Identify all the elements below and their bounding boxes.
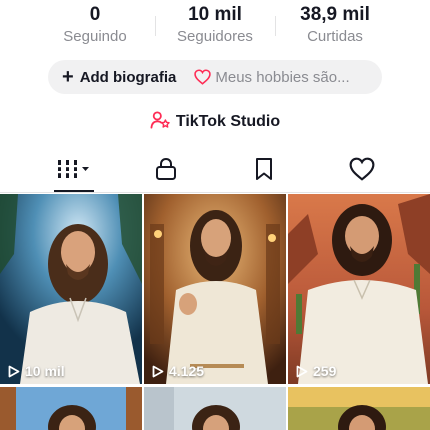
video-thumbnail[interactable] (0, 387, 142, 430)
play-icon (296, 365, 308, 377)
tab-liked[interactable] (308, 150, 415, 192)
stats-divider (155, 16, 156, 36)
video-thumbnail[interactable]: 10 mil (0, 194, 142, 384)
studio-label: TikTok Studio (175, 113, 281, 130)
profile-stats: 0 Seguindo 10 mil Seguidores 38,9 mil Cu… (0, 0, 430, 50)
video-thumbnail-image (144, 387, 286, 430)
likes-label: Curtidas (307, 28, 363, 45)
play-icon (152, 365, 164, 377)
video-thumbnail[interactable]: 4.125 (144, 194, 286, 384)
likes-stat[interactable]: 38,9 mil Curtidas (280, 4, 390, 47)
followers-label: Seguidores (177, 28, 253, 45)
tabs-divider (0, 192, 430, 193)
stats-divider (275, 16, 276, 36)
view-count: 10 mil (8, 363, 65, 379)
add-bio-label: Add biografia (79, 68, 177, 86)
view-count-label: 259 (313, 363, 337, 379)
view-count-label: 10 mil (25, 363, 65, 379)
video-grid: 10 mil 4.125 259 (0, 194, 430, 430)
tab-private[interactable] (112, 150, 219, 192)
following-label: Seguindo (63, 28, 127, 45)
tab-saved[interactable] (210, 150, 317, 192)
tab-videos[interactable] (20, 150, 127, 192)
followers-count: 10 mil (188, 4, 242, 25)
view-count: 4.125 (152, 363, 204, 379)
video-thumbnail[interactable]: 259 (288, 194, 430, 384)
video-thumbnail-image (288, 194, 430, 384)
heart-outline-icon (194, 69, 212, 85)
video-thumbnail-image (0, 387, 142, 430)
following-count: 0 (89, 4, 101, 25)
followers-stat[interactable]: 10 mil Seguidores (160, 4, 270, 47)
following-stat[interactable]: 0 Seguindo (40, 4, 150, 47)
heart-icon (349, 157, 375, 186)
plus-icon: + (62, 66, 74, 88)
profile-tabs (0, 150, 430, 192)
lock-icon (155, 157, 177, 186)
studio-person-icon (150, 110, 170, 134)
grid-icon (56, 158, 92, 185)
play-icon (8, 365, 20, 377)
video-thumbnail-image (144, 194, 286, 384)
hobbies-placeholder: Meus hobbies são... (215, 68, 350, 86)
video-thumbnail[interactable] (288, 387, 430, 430)
likes-count: 38,9 mil (300, 4, 370, 25)
view-count-label: 4.125 (169, 363, 205, 379)
bookmark-icon (254, 157, 274, 186)
video-thumbnail-image (288, 387, 430, 430)
add-bio-button[interactable]: + Add biografia Meus hobbies são... (48, 60, 382, 94)
view-count: 259 (296, 363, 336, 379)
video-thumbnail[interactable] (144, 387, 286, 430)
tiktok-studio-link[interactable]: TikTok Studio (0, 110, 430, 134)
video-thumbnail-image (0, 194, 142, 384)
